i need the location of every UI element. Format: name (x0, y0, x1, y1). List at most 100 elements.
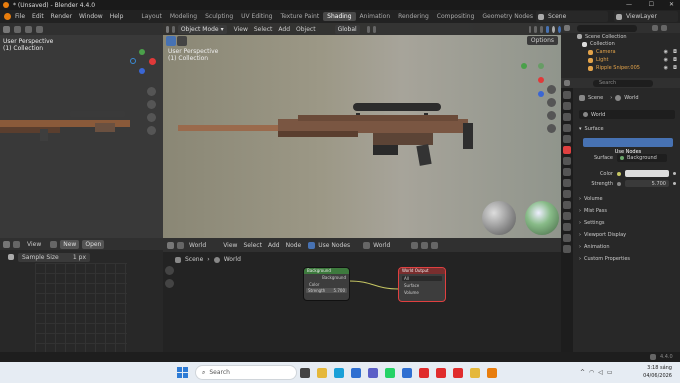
tab-tool-icon[interactable] (563, 91, 571, 99)
shader-type-dropdown[interactable]: World (189, 242, 206, 249)
outliner-item[interactable]: Light ◉ ◘ (561, 56, 680, 64)
snap-icon[interactable] (366, 25, 370, 33)
eyedropper-icon[interactable] (8, 254, 14, 260)
options-dropdown[interactable]: Options (526, 36, 558, 45)
view-icon[interactable] (14, 25, 21, 33)
chrome-icon[interactable] (470, 368, 480, 378)
workspace-tab-sculpting[interactable]: Sculpting (201, 12, 237, 21)
mail-icon[interactable] (351, 368, 361, 378)
app-icon[interactable] (419, 368, 429, 378)
taskbar-clock[interactable]: 3:18 sáng 04/06/2026 (612, 365, 672, 379)
editor-type-icon[interactable] (167, 241, 174, 249)
opera-icon[interactable] (453, 368, 463, 378)
tab-particles-icon[interactable] (563, 190, 571, 198)
editor-type-icon[interactable] (166, 25, 169, 33)
volume-icon[interactable]: ◁ (598, 369, 603, 376)
workspace-tab-geometry-nodes[interactable]: Geometry Nodes (478, 12, 537, 21)
zoom-icon[interactable] (147, 87, 156, 96)
panel-mist-pass[interactable]: › Mist Pass (579, 208, 607, 214)
view-layer-selector[interactable]: ViewLayer (614, 11, 678, 22)
node-menu-select[interactable]: Select (243, 242, 262, 249)
camera-render-icon[interactable]: ◘ (673, 65, 677, 71)
viewport-menu-view[interactable]: View (234, 26, 248, 33)
panel-settings[interactable]: › Settings (579, 220, 605, 226)
select-tool-icon[interactable] (166, 36, 176, 46)
world-output-node[interactable]: World Output All Surface Volume (399, 268, 445, 301)
scene-collection-row[interactable]: Scene Collection (561, 33, 680, 40)
gizmo-toggle-icon[interactable] (534, 25, 538, 33)
task-view-icon[interactable] (300, 368, 310, 378)
workspace-tab-texture-paint[interactable]: Texture Paint (276, 12, 323, 21)
cursor-tool-icon[interactable] (177, 36, 187, 46)
whatsapp-icon[interactable] (385, 368, 395, 378)
keyframe-icon[interactable] (673, 172, 676, 175)
editor-type-icon[interactable] (564, 80, 570, 86)
node-menu-add[interactable]: Add (268, 242, 280, 249)
eye-icon[interactable]: ◉ (664, 49, 668, 55)
outliner-item[interactable]: Ripple Sniper.005 ◉ ◘ (561, 64, 680, 72)
minimize-button[interactable]: — (626, 1, 632, 8)
filter-icon[interactable] (652, 25, 658, 31)
editor-type-icon[interactable] (3, 25, 10, 33)
hand-pan-icon[interactable] (165, 279, 174, 288)
tab-data-icon[interactable] (563, 223, 571, 231)
tab-constraints-icon[interactable] (563, 212, 571, 220)
strength-field[interactable]: Strength 5.700 (306, 288, 347, 293)
use-nodes-checkbox[interactable] (308, 241, 316, 249)
workspace-tab-uv-editing[interactable]: UV Editing (237, 12, 276, 21)
select-mode-icon[interactable] (171, 25, 175, 33)
image-editor[interactable]: View New Open Sample Size 1 px (0, 238, 163, 352)
workspace-tab-layout[interactable]: Layout (137, 12, 165, 21)
hand-pan-icon[interactable] (547, 98, 556, 107)
tab-modifier-icon[interactable] (563, 179, 571, 187)
fake-user-icon[interactable] (411, 241, 419, 249)
edge-icon[interactable] (334, 368, 344, 378)
zoom-icon[interactable] (547, 85, 556, 94)
zoom-icon[interactable] (165, 266, 174, 275)
tab-view-layer-icon[interactable] (563, 124, 571, 132)
image-view-menu[interactable]: View (27, 241, 41, 248)
outliner-search[interactable] (577, 24, 637, 32)
surface-shader-field[interactable]: Background (617, 154, 667, 162)
xray-icon[interactable] (546, 25, 550, 33)
workspace-tab-modeling[interactable]: Modeling (166, 12, 201, 21)
transform-orientation-dropdown[interactable]: Global (334, 24, 360, 34)
node-menu-view[interactable]: View (223, 242, 237, 249)
store-icon[interactable] (402, 368, 412, 378)
select-icon[interactable] (25, 25, 32, 33)
collection-row[interactable]: Collection (561, 40, 680, 48)
eye-icon[interactable]: ◉ (664, 65, 668, 71)
keyframe-icon[interactable] (673, 182, 676, 185)
editor-type-icon[interactable] (3, 240, 10, 248)
viewport-menu-object[interactable]: Object (296, 26, 316, 33)
panel-animation[interactable]: › Animation (579, 244, 610, 250)
chevron-up-icon[interactable]: ^ (580, 369, 585, 376)
panel-custom-properties[interactable]: › Custom Properties (579, 256, 630, 262)
shader-node-editor[interactable]: World View Select Add Node Use Nodes World … (163, 238, 561, 352)
tab-collection-icon[interactable] (563, 157, 571, 165)
node-menu-node[interactable]: Node (286, 242, 302, 249)
workspace-tab-rendering[interactable]: Rendering (394, 12, 433, 21)
properties-search[interactable]: Search (593, 79, 653, 87)
tool-icon[interactable] (36, 25, 43, 33)
outliner-item[interactable]: Camera ◉ ◘ (561, 48, 680, 56)
maximize-button[interactable]: ☐ (649, 1, 654, 8)
menu-window[interactable]: Window (79, 13, 103, 20)
navigation-gizmo[interactable] (519, 59, 547, 107)
scene-selector[interactable]: Scene (536, 11, 608, 22)
visibility-icon[interactable] (528, 25, 532, 33)
object-mode-dropdown[interactable]: Object Mode ▾ (177, 24, 227, 34)
wifi-icon[interactable]: ◠ (589, 369, 594, 376)
open-image-button[interactable]: Open (82, 239, 105, 249)
teams-icon[interactable] (368, 368, 378, 378)
wps-icon[interactable] (436, 368, 446, 378)
workspace-tab-shading[interactable]: Shading (323, 12, 356, 21)
menu-file[interactable]: File (15, 13, 25, 20)
grid-view-icon[interactable] (147, 126, 156, 135)
overlay-toggle-icon[interactable] (540, 25, 544, 33)
start-button[interactable] (177, 367, 188, 378)
tab-scene-icon[interactable] (563, 135, 571, 143)
menu-help[interactable]: Help (110, 13, 124, 20)
camera-render-icon[interactable]: ◘ (673, 49, 677, 55)
battery-icon[interactable]: ▭ (607, 369, 613, 376)
